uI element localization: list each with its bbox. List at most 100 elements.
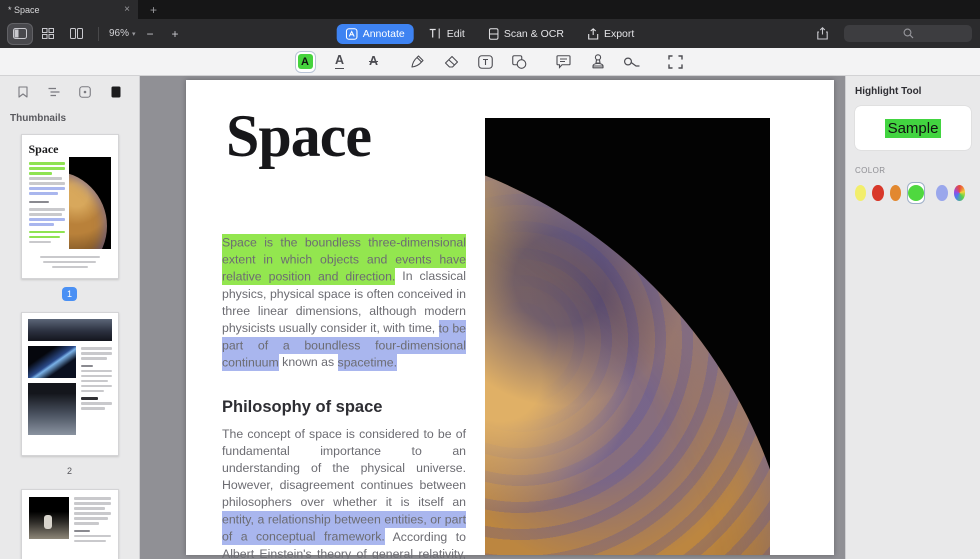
grid-view-icon [42,28,54,39]
color-swatches [855,182,971,204]
text-markup-group: A A A [294,50,384,73]
thumb1-planet-image [68,157,111,249]
highlight-tool-button[interactable]: A [294,50,316,73]
sidebar-toggle-button[interactable] [8,23,32,44]
sidebar-tab-strip [10,83,129,101]
toolbar-divider [98,26,99,41]
strikeout-tool-button[interactable]: A [364,51,384,73]
color-swatch-orange[interactable] [889,185,902,201]
document-text-column: Space is the boundless three-dimensional… [222,233,466,559]
bookmarks-tab[interactable] [12,83,34,101]
document-title: Space [226,103,372,169]
tab-bar: * Space × + [0,0,980,19]
page-thumbnail-1[interactable]: Space [20,134,119,280]
thumb2-text-mock [80,346,112,435]
color-swatch-green[interactable] [908,185,925,201]
tab-edit-label: Edit [446,27,465,40]
planet-image [485,140,770,555]
signature-tool-button[interactable] [622,51,642,73]
comment-tool-button[interactable] [554,51,574,73]
color-swatch-red[interactable] [872,185,884,201]
thumb3-moon-image [28,497,69,540]
two-page-view-button[interactable] [64,24,88,44]
page-thumbnail-icon [111,86,121,98]
tab-close-icon[interactable]: × [124,4,130,15]
thumbnails-panel-title: Thumbnails [10,113,67,124]
thumb2-banner-image [27,319,112,342]
shapes-tool-button[interactable] [510,51,530,73]
chevron-down-icon: ▾ [132,30,136,38]
tab-edit[interactable]: Edit [420,24,474,44]
app-window: * Space × + 96% ▾ − + Annotate Edit Scan… [0,0,980,559]
shapes-icon [512,54,527,69]
pen-tool-button[interactable] [408,51,428,73]
tab-title: * Space [8,4,40,15]
eraser-icon [444,55,459,69]
page-number-2: 2 [66,466,72,477]
thumb3-text-mock [73,497,111,543]
main-toolbar: 96% ▾ − + Annotate Edit Scan & OCR Expor… [0,19,980,48]
two-page-icon [69,28,83,39]
text-box-tool-button[interactable] [476,51,496,73]
text-run-blue: spacetime. [337,353,398,371]
document-page[interactable]: Space Space is the boundless three-dimen… [186,80,834,559]
search-input[interactable] [844,25,972,42]
color-swatch-custom-wheel[interactable] [953,185,965,201]
annotate-toolbar: A A A [0,48,980,76]
bookmark-icon [18,86,28,98]
grid-view-button[interactable] [36,24,60,44]
document-viewport[interactable]: Space Space is the boundless three-dimen… [140,76,845,559]
page-thumbnail-2[interactable] [20,312,119,457]
tab-scan-ocr-label: Scan & OCR [503,27,564,40]
stamp-icon [591,54,605,69]
view-controls: 96% ▾ − + [8,23,186,44]
page-thumbnail-3[interactable] [20,489,119,559]
select-tool-button[interactable] [666,51,686,73]
page-number-1: 1 [62,284,77,302]
highlight-preview-card: Sample [855,106,971,150]
text-run-none: known as [278,355,338,370]
comment-icon [556,54,571,69]
new-tab-button[interactable]: + [138,0,169,19]
color-swatch-periwinkle[interactable] [936,185,948,201]
paragraph-2: The concept of space is considered to be… [222,426,466,559]
eraser-tool-button[interactable] [442,51,462,73]
thumbnails-tab[interactable] [105,83,127,101]
annotations-tab[interactable] [74,83,96,101]
sidebar: Thumbnails Space 1 2 [0,76,140,559]
toolbar-right [810,24,972,44]
stamp-tool-button[interactable] [588,51,608,73]
underline-tool-button[interactable]: A [330,51,350,73]
color-swatch-yellow[interactable] [855,185,867,201]
tab-annotate[interactable]: Annotate [336,23,414,44]
mode-tabs: Annotate Edit Scan & OCR Export [336,19,644,48]
zoom-out-button[interactable]: − [140,27,161,41]
document-tab[interactable]: * Space × [0,0,138,19]
scan-ocr-icon [489,27,499,40]
thumb1-title: Space [28,142,59,156]
highlight-tool-panel: Highlight Tool Sample COLOR [845,76,980,559]
annotation-objects-group [554,51,642,73]
text-box-icon [478,54,493,69]
tab-scan-ocr[interactable]: Scan & OCR [480,24,573,44]
share-icon [816,27,828,40]
annotate-icon [345,27,358,40]
search-icon [903,28,914,39]
section-heading: Philosophy of space [222,397,383,416]
thumb2-images [27,346,76,436]
share-button[interactable] [810,24,834,44]
zoom-level-dropdown[interactable]: 96% ▾ [109,28,136,39]
highlight-sample: Sample [884,118,942,138]
thumb1-text-mock [28,162,66,243]
sidebar-icon [13,28,27,39]
marquee-select-icon [668,54,683,69]
tab-annotate-label: Annotate [362,27,405,40]
tab-export[interactable]: Export [579,24,643,44]
draw-group [408,51,530,73]
zoom-in-button[interactable]: + [165,27,186,41]
thumb1-caption-mock [39,253,100,269]
zoom-level-value: 96% [109,28,130,39]
underline-icon: A [334,53,345,69]
planet-figure [485,118,770,555]
outline-tab[interactable] [43,83,65,101]
